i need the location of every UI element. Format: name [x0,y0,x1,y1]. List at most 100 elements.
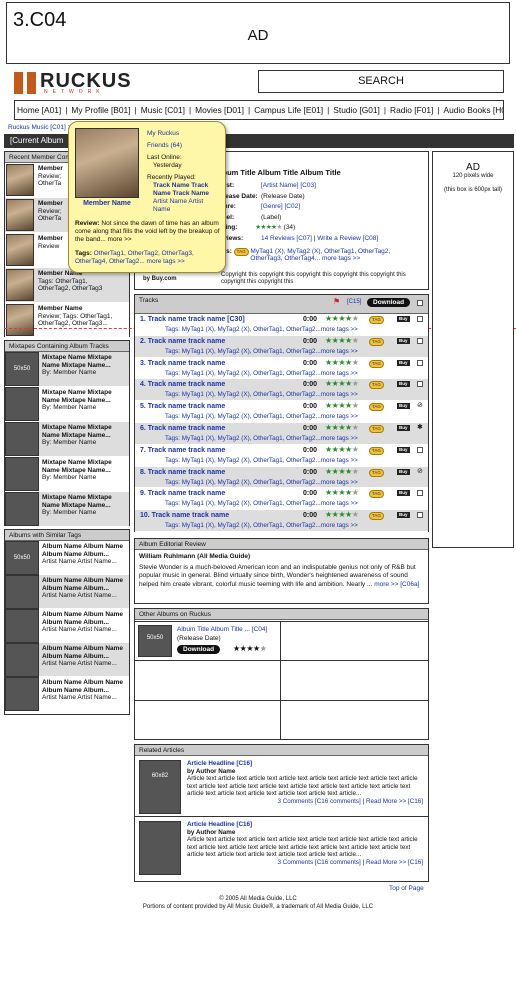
track-rating-stars[interactable]: ★★★★★ [325,314,359,323]
star-icon[interactable]: ★ [345,379,352,388]
track-name[interactable]: 10. Track name track name [140,512,229,519]
star-icon[interactable]: ★ [338,445,345,454]
tag-button[interactable]: TAG [369,403,384,412]
track-row[interactable]: 6. Track name track name 0:00 ★★★★★ TAG Buy ✱… [135,422,428,445]
track-rating-stars[interactable]: ★★★★★ [325,401,359,410]
track-name[interactable]: 5. Track name track name [140,403,225,410]
similar-album-thumb[interactable] [5,677,39,711]
star-icon[interactable]: ★ [352,467,359,476]
star-icon[interactable]: ★ [352,379,359,388]
similar-album-item[interactable]: Album Name Album Name Album Name Album..… [5,609,129,643]
track-checkbox[interactable] [417,381,423,388]
popup-tag-links[interactable]: OtherTag1, OtherTag2, OtherTag3, OtherTa… [75,250,194,265]
track-tags[interactable]: Tags: MyTag1 (X), MyTag2 (X), OtherTag1,… [165,413,358,420]
mixtape-thumb[interactable] [5,422,39,456]
member-row[interactable]: Member Name Review; Tags: OtherTag1, Other… [5,303,129,338]
track-rating-stars[interactable]: ★★★★★ [325,379,359,388]
star-icon[interactable]: ★ [352,488,359,497]
track-name[interactable]: 9. Track name track name [140,490,225,497]
star-icon[interactable]: ★ [352,510,359,519]
star-icon[interactable]: ★ [338,379,345,388]
track-checkbox[interactable] [417,337,423,344]
track-rating-stars[interactable]: ★★★★★ [325,488,359,497]
similar-album-item[interactable]: Album Name Album Name Album Name Album..… [5,643,129,677]
similar-album-thumb[interactable] [5,609,39,643]
member-name[interactable]: Member [38,165,63,172]
track-rating-stars[interactable]: ★★★★★ [325,358,359,367]
star-icon[interactable]: ★ [352,401,359,410]
star-icon[interactable]: ★ [352,358,359,367]
similar-album-title[interactable]: Album Name Album Name Album Name Album..… [42,679,126,694]
mixtape-item[interactable]: Mixtape Name Mixtape Name Mixtape Name..… [5,387,129,422]
mixtape-thumb[interactable] [5,387,39,421]
member-avatar[interactable] [6,199,34,231]
star-icon[interactable]: ★ [338,314,345,323]
write-review-link[interactable]: Write a Review [C08] [317,235,378,242]
track-tags[interactable]: Tags: MyTag1 (X), MyTag2 (X), OtherTag1,… [165,435,358,442]
article-comments-link[interactable]: 3 Comments [C16 comments] [278,798,361,805]
star-icon[interactable]: ★ [345,488,352,497]
tag-button[interactable]: TAG [369,512,384,521]
track-row[interactable]: 2. Track name track name 0:00 ★★★★★ TAG Buy T… [135,335,428,358]
ruckus-logo[interactable]: RUCKUS NETWORK [14,70,174,96]
star-icon[interactable]: ★ [325,336,332,345]
buy-button[interactable]: Buy [397,359,410,366]
mixtape-thumb[interactable]: 50x50 [5,352,39,386]
tag-button[interactable]: TAG [369,359,384,368]
breadcrumb[interactable]: Ruckus Music [C01] > [8,124,71,131]
mixtape-item[interactable]: Mixtape Name Mixtape Name Mixtape Name..… [5,492,129,527]
buy-button[interactable]: Buy [397,424,410,431]
track-rating-stars[interactable]: ★★★★★ [325,423,359,432]
nav-item[interactable]: Home [A01] [15,105,63,115]
track-tags[interactable]: Tags: MyTag1 (X), MyTag2 (X), OtherTag1,… [165,391,358,398]
tag-button[interactable]: TAG [233,248,249,256]
track-tags[interactable]: Tags: MyTag1 (X), MyTag2 (X), OtherTag1,… [165,326,358,333]
buy-button[interactable]: Buy [397,381,410,388]
my-ruckus-link[interactable]: My Ruckus [147,130,179,137]
track-checkbox[interactable] [417,316,423,322]
star-icon[interactable]: ★ [338,401,345,410]
editorial-more-link[interactable]: more >> [C06a] [374,581,419,588]
other-album-title[interactable]: Album Title Album Title ... [C04] [177,626,267,633]
album-thumb[interactable]: 50x50 [138,625,172,657]
member-avatar[interactable] [6,304,34,336]
similar-album-item[interactable]: Album Name Album Name Album Name Album..… [5,575,129,609]
top-of-page-link[interactable]: Top of Page [389,885,424,892]
star-icon[interactable]: ★ [338,510,345,519]
track-tags[interactable]: Tags: MyTag1 (X), MyTag2 (X), OtherTag1,… [165,522,358,529]
other-album-download-button[interactable]: Download [177,645,221,654]
star-icon[interactable]: ★ [345,445,352,454]
c15-link[interactable]: [C15] [347,299,361,306]
track-name[interactable]: 2. Track name track name [140,338,225,345]
member-name[interactable]: Member [38,235,63,242]
similar-album-title[interactable]: Album Name Album Name Album Name Album..… [42,611,126,626]
track-row[interactable]: 9. Track name track name 0:00 ★★★★★ TAG Buy T… [135,488,428,511]
track-row[interactable]: 4. Track name track name 0:00 ★★★★★ TAG Buy T… [135,379,428,402]
track-name[interactable]: 6. Track name track name [140,425,225,432]
article-headline[interactable]: Article Headline [C16] [187,760,423,768]
album-field-value[interactable]: [Genre] [C02] [261,203,300,210]
track-name[interactable]: 4. Track name track name [140,381,225,388]
mixtape-title[interactable]: Mixtape Name Mixtape Name Mixtape Name..… [42,494,126,509]
mixtape-title[interactable]: Mixtape Name Mixtape Name Mixtape Name..… [42,389,126,404]
track-name[interactable]: 8. Track name track name [140,469,225,476]
rating-stars[interactable]: ★★★★★ [255,224,282,231]
star-icon[interactable]: ★ [345,423,352,432]
track-row[interactable]: 10. Track name track name 0:00 ★★★★★ TAG Buy… [135,510,428,532]
star-icon[interactable]: ★ [338,358,345,367]
mixtape-title[interactable]: Mixtape Name Mixtape Name Mixtape Name..… [42,459,126,474]
similar-album-item[interactable]: 50x50 Album Name Album Name Album Name Al… [5,541,129,575]
star-icon[interactable]: ★ [345,467,352,476]
track-checkbox[interactable] [417,490,423,497]
member-name[interactable]: Member [38,200,63,207]
track-tags[interactable]: Tags: MyTag1 (X), MyTag2 (X), OtherTag1,… [165,479,358,486]
track-name[interactable]: 3. Track name track name [140,360,225,367]
article-read-more-link[interactable]: Read More >> [C16] [366,859,423,866]
track-tags[interactable]: Tags: MyTag1 (X), MyTag2 (X), OtherTag1,… [165,348,358,355]
member-avatar[interactable] [6,234,34,266]
mixtape-item[interactable]: 50x50 Mixtape Name Mixtape Name Mixtape N… [5,352,129,387]
track-name[interactable]: 1. Track name track name [C30] [140,316,245,323]
star-icon[interactable]: ★ [352,336,359,345]
friends-link[interactable]: Friends (64) [147,142,182,149]
download-button[interactable]: Download [367,298,411,307]
